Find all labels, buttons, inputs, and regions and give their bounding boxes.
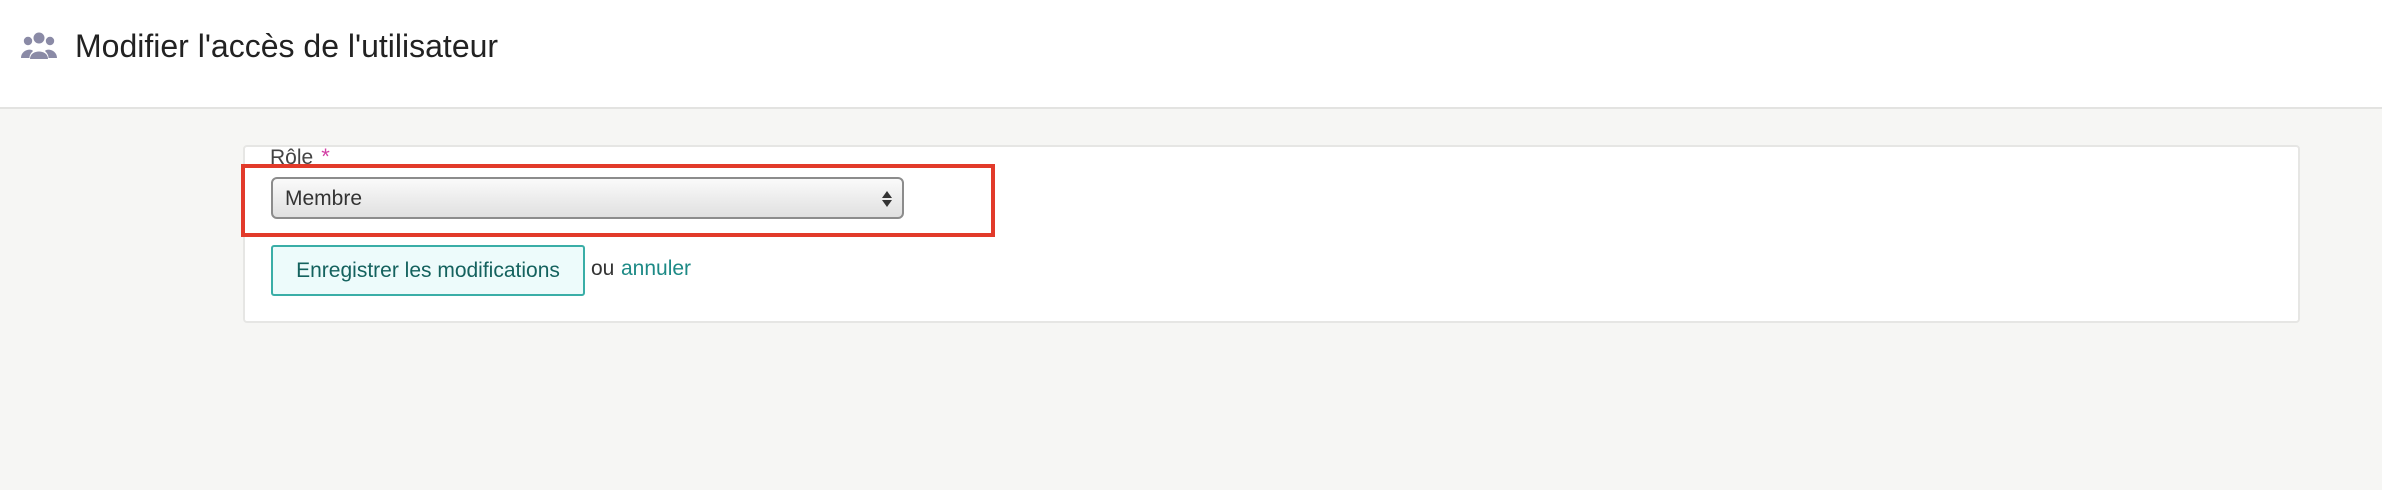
save-changes-button[interactable]: Enregistrer les modifications bbox=[271, 245, 585, 296]
page-header: Modifier l'accès de l'utilisateur bbox=[0, 0, 2382, 109]
users-group-icon bbox=[21, 32, 57, 59]
role-select-value: Membre bbox=[285, 187, 363, 210]
role-select[interactable]: Membre bbox=[271, 177, 904, 219]
or-text: ou bbox=[591, 257, 615, 280]
role-label-text: Rôle bbox=[270, 146, 314, 169]
required-marker: * bbox=[321, 144, 330, 169]
select-arrows-icon bbox=[882, 191, 892, 207]
page-title: Modifier l'accès de l'utilisateur bbox=[75, 28, 499, 64]
cancel-link[interactable]: annuler bbox=[621, 256, 691, 282]
form-card bbox=[243, 145, 2300, 323]
role-field-label: Rôle * bbox=[270, 144, 330, 171]
